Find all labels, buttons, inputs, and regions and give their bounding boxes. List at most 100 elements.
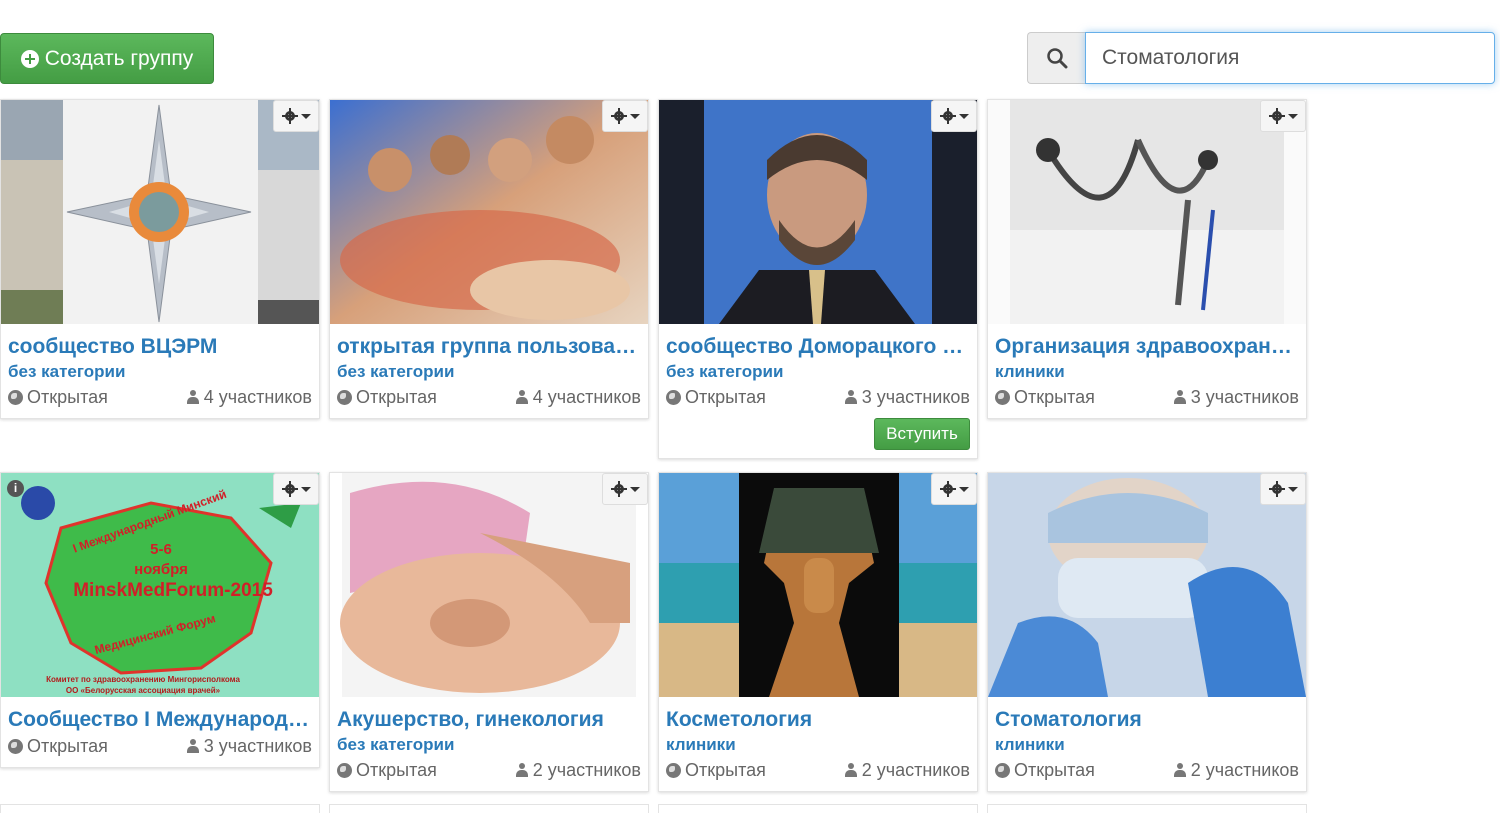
group-image[interactable]	[1, 100, 319, 324]
user-icon	[844, 390, 858, 404]
group-members: 2 участников	[861, 760, 970, 780]
plus-circle-icon	[20, 49, 39, 68]
create-group-button[interactable]: Создать группу	[0, 33, 214, 84]
group-members: 3 участников	[861, 387, 970, 407]
globe-icon	[8, 389, 23, 405]
globe-icon	[8, 738, 23, 754]
group-card: Косметология клиники Открытая 2 участник…	[658, 472, 978, 792]
group-access: Открытая	[356, 387, 437, 407]
gear-icon	[281, 108, 298, 124]
group-access: Открытая	[27, 736, 108, 756]
caret-down-icon	[958, 113, 969, 119]
user-icon	[515, 763, 529, 777]
caret-down-icon	[1287, 486, 1298, 492]
group-image[interactable]: 5-6 ноября MinskMedForum-2015 I Междунар…	[1, 473, 319, 697]
group-title[interactable]: открытая группа пользова…	[337, 334, 641, 360]
caret-down-icon	[629, 486, 640, 492]
group-category[interactable]: клиники	[666, 733, 970, 757]
gear-icon	[281, 481, 298, 497]
search-icon[interactable]	[1027, 32, 1085, 84]
group-image[interactable]	[659, 473, 977, 697]
gear-icon	[1268, 481, 1285, 497]
group-image[interactable]	[330, 100, 648, 324]
group-card-partial	[658, 804, 978, 813]
group-card: Акушерство, гинекология без категории От…	[329, 472, 649, 792]
group-category[interactable]: клиники	[995, 360, 1299, 384]
group-category[interactable]: без категории	[666, 360, 970, 384]
group-card: сообщество ВЦЭРМ без категории Открытая …	[0, 99, 320, 419]
user-icon	[844, 763, 858, 777]
group-settings-button[interactable]	[273, 473, 319, 505]
user-icon	[1173, 763, 1187, 777]
group-card: открытая группа пользова… без категории …	[329, 99, 649, 419]
group-title[interactable]: Сообщество I Международ…	[8, 707, 312, 733]
group-card: 5-6 ноября MinskMedForum-2015 I Междунар…	[0, 472, 320, 768]
user-icon	[1173, 390, 1187, 404]
gear-icon	[610, 108, 627, 124]
globe-icon	[337, 762, 352, 778]
group-card-partial	[987, 804, 1307, 813]
group-title[interactable]: Стоматология	[995, 707, 1299, 733]
group-settings-button[interactable]	[931, 100, 977, 132]
group-settings-button[interactable]	[1260, 100, 1306, 132]
image-text: MinskMedForum-2015	[73, 580, 273, 601]
group-card: Организация здравоохран… клиники Открыта…	[987, 99, 1307, 419]
user-icon	[186, 390, 200, 404]
group-title[interactable]: сообщество Доморацкого …	[666, 334, 970, 360]
caret-down-icon	[300, 486, 311, 492]
image-text: Комитет по здравоохранению Мингорисполко…	[46, 675, 240, 684]
gear-icon	[939, 481, 956, 497]
gear-icon	[939, 108, 956, 124]
gear-icon	[610, 481, 627, 497]
group-title[interactable]: Косметология	[666, 707, 970, 733]
image-text: 5-6	[150, 541, 172, 558]
group-settings-button[interactable]	[602, 473, 648, 505]
join-group-button[interactable]: Вступить	[874, 418, 970, 450]
gear-icon	[1268, 108, 1285, 124]
group-category[interactable]: клиники	[995, 733, 1299, 757]
group-settings-button[interactable]	[273, 100, 319, 132]
group-category[interactable]: без категории	[8, 360, 312, 384]
globe-icon	[995, 762, 1010, 778]
group-settings-button[interactable]	[602, 100, 648, 132]
group-settings-button[interactable]	[1260, 473, 1306, 505]
group-image[interactable]	[988, 473, 1306, 697]
group-members: 2 участников	[532, 760, 641, 780]
search-input[interactable]	[1085, 32, 1495, 84]
group-image[interactable]	[330, 473, 648, 697]
group-access: Открытая	[356, 760, 437, 780]
caret-down-icon	[300, 113, 311, 119]
create-group-label: Создать группу	[44, 46, 194, 70]
group-category[interactable]: без категории	[337, 733, 641, 757]
group-image[interactable]	[659, 100, 977, 324]
image-text: ОО «Белорусская ассоциация врачей»	[66, 686, 221, 695]
group-access: Открытая	[685, 387, 766, 407]
caret-down-icon	[629, 113, 640, 119]
user-icon	[515, 390, 529, 404]
globe-icon	[995, 389, 1010, 405]
group-members: 4 участников	[532, 387, 641, 407]
image-text: ноября	[134, 561, 188, 578]
search-bar	[1027, 32, 1495, 84]
info-icon[interactable]: i	[7, 480, 24, 497]
globe-icon	[337, 389, 352, 405]
group-members: 4 участников	[203, 387, 312, 407]
globe-icon	[666, 389, 681, 405]
group-card: сообщество Доморацкого … без категории О…	[658, 99, 978, 459]
group-members: 2 участников	[1190, 760, 1299, 780]
group-members: 3 участников	[203, 736, 312, 756]
group-title[interactable]: Организация здравоохран…	[995, 334, 1299, 360]
user-icon	[186, 739, 200, 753]
group-category[interactable]: без категории	[337, 360, 641, 384]
caret-down-icon	[958, 486, 969, 492]
group-access: Открытая	[1014, 387, 1095, 407]
group-title[interactable]: сообщество ВЦЭРМ	[8, 334, 312, 360]
group-settings-button[interactable]	[931, 473, 977, 505]
group-access: Открытая	[1014, 760, 1095, 780]
caret-down-icon	[1287, 113, 1298, 119]
group-image[interactable]	[988, 100, 1306, 324]
group-card-partial	[0, 804, 320, 813]
group-card-partial	[329, 804, 649, 813]
group-card: Стоматология клиники Открытая 2 участник…	[987, 472, 1307, 792]
group-title[interactable]: Акушерство, гинекология	[337, 707, 641, 733]
